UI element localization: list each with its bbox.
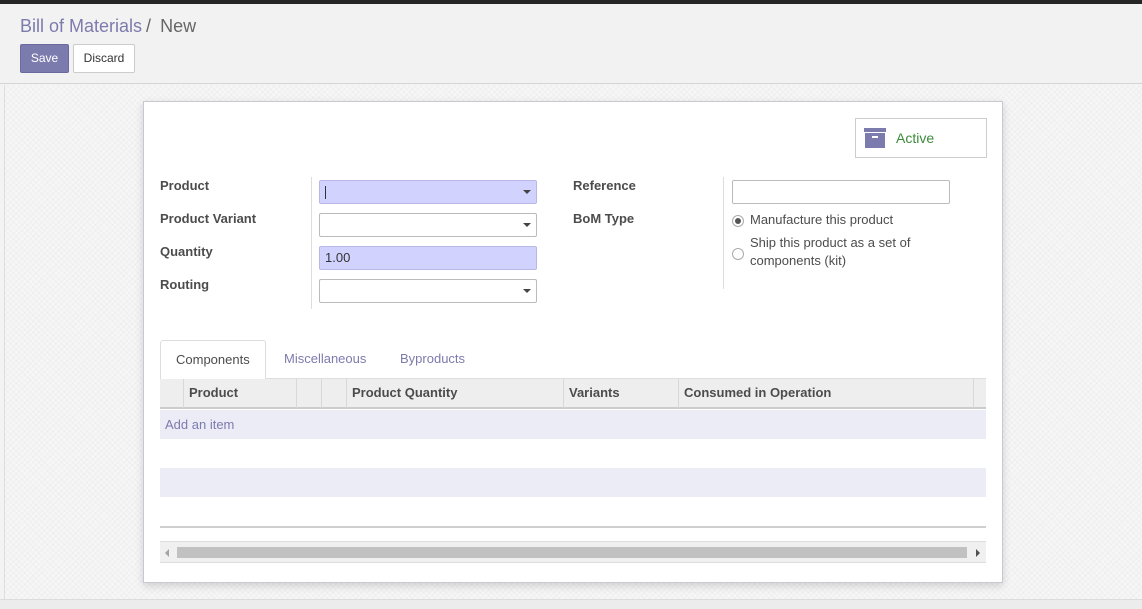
- column-handle: [160, 379, 184, 408]
- product-variant-label: Product Variant: [160, 211, 257, 226]
- quantity-input[interactable]: 1.00: [319, 246, 537, 270]
- breadcrumb-separator: /: [146, 16, 152, 36]
- column-header-consumed-in-operation[interactable]: Consumed in Operation: [679, 379, 974, 408]
- breadcrumb: Bill of Materials / New: [20, 16, 196, 37]
- kit-option-label-line2: components (kit): [750, 253, 847, 268]
- manufacture-option-label[interactable]: Manufacture this product: [750, 211, 893, 229]
- column-header-product-quantity[interactable]: Product Quantity: [347, 379, 564, 408]
- save-button[interactable]: Save: [20, 44, 69, 73]
- tab-byproducts[interactable]: Byproducts: [385, 340, 480, 379]
- kit-radio[interactable]: [732, 248, 744, 260]
- active-toggle-button[interactable]: Active: [855, 118, 987, 158]
- left-group-divider: [311, 177, 312, 309]
- text-cursor: [325, 186, 326, 199]
- archive-icon: [864, 128, 886, 148]
- active-status-label: Active: [896, 130, 935, 146]
- chevron-down-icon: [523, 289, 531, 293]
- breadcrumb-current: New: [160, 16, 197, 36]
- product-variant-select[interactable]: [319, 213, 537, 237]
- column-header-product[interactable]: Product: [184, 379, 297, 408]
- column-header-variants[interactable]: Variants: [564, 379, 679, 408]
- chevron-down-icon: [523, 223, 531, 227]
- control-panel: Bill of Materials / New Save Discard: [0, 4, 1142, 84]
- scrollbar-thumb[interactable]: [177, 547, 967, 558]
- product-label: Product: [160, 178, 210, 193]
- column-header-blank-1: [297, 379, 322, 408]
- bottom-strip: [0, 599, 1142, 609]
- kit-option-label[interactable]: Ship this product as a set of components…: [750, 234, 910, 270]
- breadcrumb-parent-link[interactable]: Bill of Materials: [20, 16, 142, 36]
- manufacture-radio[interactable]: [732, 215, 744, 227]
- horizontal-scrollbar[interactable]: [160, 541, 986, 563]
- form-sheet: Active Product Product Variant Quantity …: [143, 101, 1003, 583]
- table-row: [160, 497, 986, 526]
- quantity-input-value: 1.00: [325, 250, 351, 265]
- table-footer: [160, 526, 986, 528]
- discard-button[interactable]: Discard: [73, 44, 135, 73]
- add-an-item-link[interactable]: Add an item: [165, 417, 234, 432]
- scroll-left-arrow-icon[interactable]: [165, 549, 169, 557]
- routing-label: Routing: [160, 277, 210, 292]
- product-select[interactable]: [319, 180, 537, 204]
- kit-option-label-line1: Ship this product as a set of: [750, 235, 911, 250]
- table-row: [160, 439, 986, 468]
- routing-select[interactable]: [319, 279, 537, 303]
- scroll-right-arrow-icon[interactable]: [976, 549, 980, 557]
- tab-components[interactable]: Components: [160, 340, 266, 380]
- right-group-divider: [723, 177, 724, 289]
- table-row: [160, 468, 986, 497]
- table-header: Product Product Quantity Variants Consum…: [160, 379, 986, 409]
- reference-input[interactable]: [732, 180, 950, 204]
- column-header-blank-2: [322, 379, 347, 408]
- notebook-tabs: Components Miscellaneous Byproducts: [160, 340, 986, 380]
- tab-miscellaneous[interactable]: Miscellaneous: [269, 340, 381, 379]
- chevron-down-icon: [523, 190, 531, 194]
- quantity-label: Quantity: [160, 244, 213, 259]
- bom-type-label: BoM Type: [573, 211, 635, 226]
- reference-label: Reference: [573, 178, 636, 193]
- table-row: Add an item: [160, 410, 986, 439]
